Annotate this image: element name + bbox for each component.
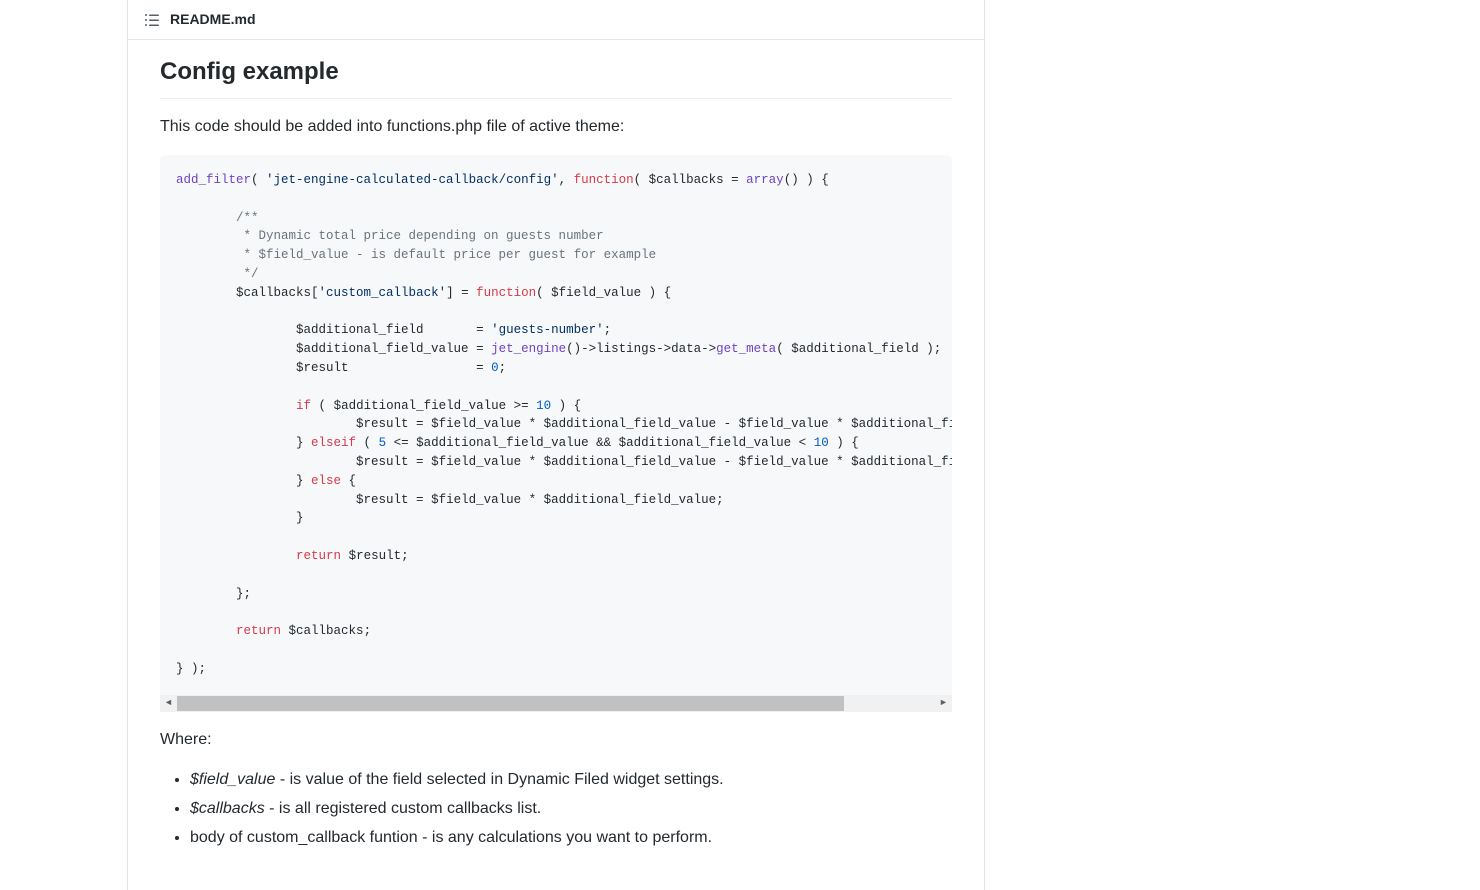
- file-header: README.md: [128, 0, 984, 40]
- var-name: $field_value: [190, 771, 275, 788]
- list-text: - is value of the field selected in Dyna…: [275, 771, 723, 788]
- list-text: body of custom_callback funtion - is any…: [190, 829, 712, 846]
- readme-body: Config example This code should be added…: [128, 54, 984, 890]
- code-block: add_filter( 'jet-engine-calculated-callb…: [160, 155, 952, 712]
- intro-text: This code should be added into functions…: [160, 115, 952, 139]
- scroll-left-icon[interactable]: ◄: [160, 695, 177, 712]
- code-pre[interactable]: add_filter( 'jet-engine-calculated-callb…: [160, 155, 952, 695]
- list-item: $callbacks - is all registered custom ca…: [190, 797, 952, 821]
- scroll-right-icon[interactable]: ►: [935, 695, 952, 712]
- scroll-track[interactable]: [177, 695, 935, 712]
- where-label: Where:: [160, 728, 952, 752]
- list-item: $field_value - is value of the field sel…: [190, 768, 952, 792]
- list-text: - is all registered custom callbacks lis…: [265, 800, 542, 817]
- where-list: $field_value - is value of the field sel…: [160, 768, 952, 850]
- section-heading: Config example: [160, 54, 952, 99]
- scroll-thumb[interactable]: [177, 696, 844, 711]
- list-item: body of custom_callback funtion - is any…: [190, 826, 952, 850]
- filename[interactable]: README.md: [170, 9, 256, 30]
- readme-panel: README.md Config example This code shoul…: [127, 0, 985, 890]
- var-name: $callbacks: [190, 800, 265, 817]
- horizontal-scrollbar[interactable]: ◄ ►: [160, 695, 952, 712]
- list-icon[interactable]: [144, 12, 160, 28]
